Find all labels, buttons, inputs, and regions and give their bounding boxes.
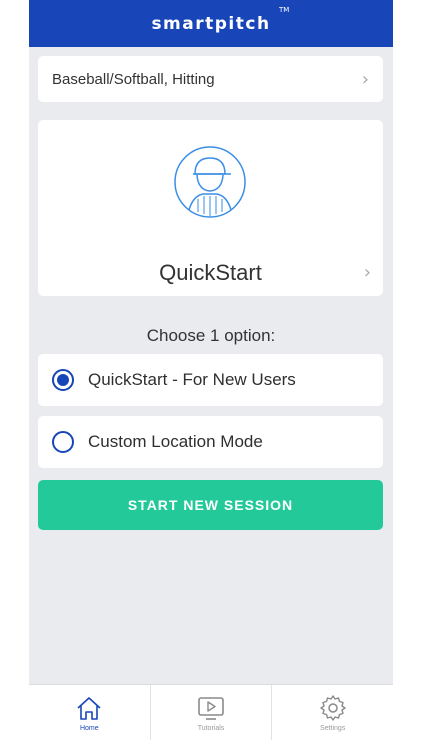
option-quickstart[interactable]: QuickStart - For New Users — [38, 354, 383, 406]
radio-dot — [57, 374, 69, 386]
choose-prompt: Choose 1 option: — [146, 326, 276, 345]
option-label: Custom Location Mode — [88, 432, 263, 451]
chevron-right-icon: › — [363, 262, 371, 283]
chevron-right-icon: › — [361, 68, 369, 90]
tab-settings[interactable]: Settings — [272, 685, 393, 740]
radio-button[interactable] — [52, 431, 74, 453]
sport-selector-label: Baseball/Softball, Hitting — [52, 70, 215, 88]
trademark-mark: TM — [279, 6, 290, 14]
sport-selector[interactable]: Baseball/Softball, Hitting › — [38, 56, 383, 102]
app-screen: smartpitch TM Baseball/Softball, Hitting… — [29, 0, 393, 740]
tab-tutorials[interactable]: Tutorials — [151, 685, 273, 740]
start-new-session-button[interactable]: START NEW SESSION — [38, 480, 383, 530]
mode-title: QuickStart — [159, 260, 262, 285]
tab-label: Settings — [320, 725, 346, 732]
app-header: smartpitch TM — [29, 0, 393, 47]
tab-label: Tutorials — [197, 725, 225, 732]
gear-icon — [319, 695, 346, 721]
option-label: QuickStart - For New Users — [88, 370, 296, 389]
bottom-tab-bar: Home Tutorials Settings — [29, 684, 393, 740]
radio-button-selected[interactable] — [52, 369, 74, 391]
option-custom-location[interactable]: Custom Location Mode — [38, 416, 383, 468]
play-icon — [198, 697, 224, 720]
mode-card[interactable]: QuickStart › — [38, 120, 383, 296]
batter-avatar-icon — [174, 146, 246, 218]
tab-home[interactable]: Home — [29, 685, 151, 740]
home-icon — [77, 697, 101, 720]
brand-logo: smartpitch — [151, 13, 271, 34]
tab-label: Home — [79, 725, 99, 732]
